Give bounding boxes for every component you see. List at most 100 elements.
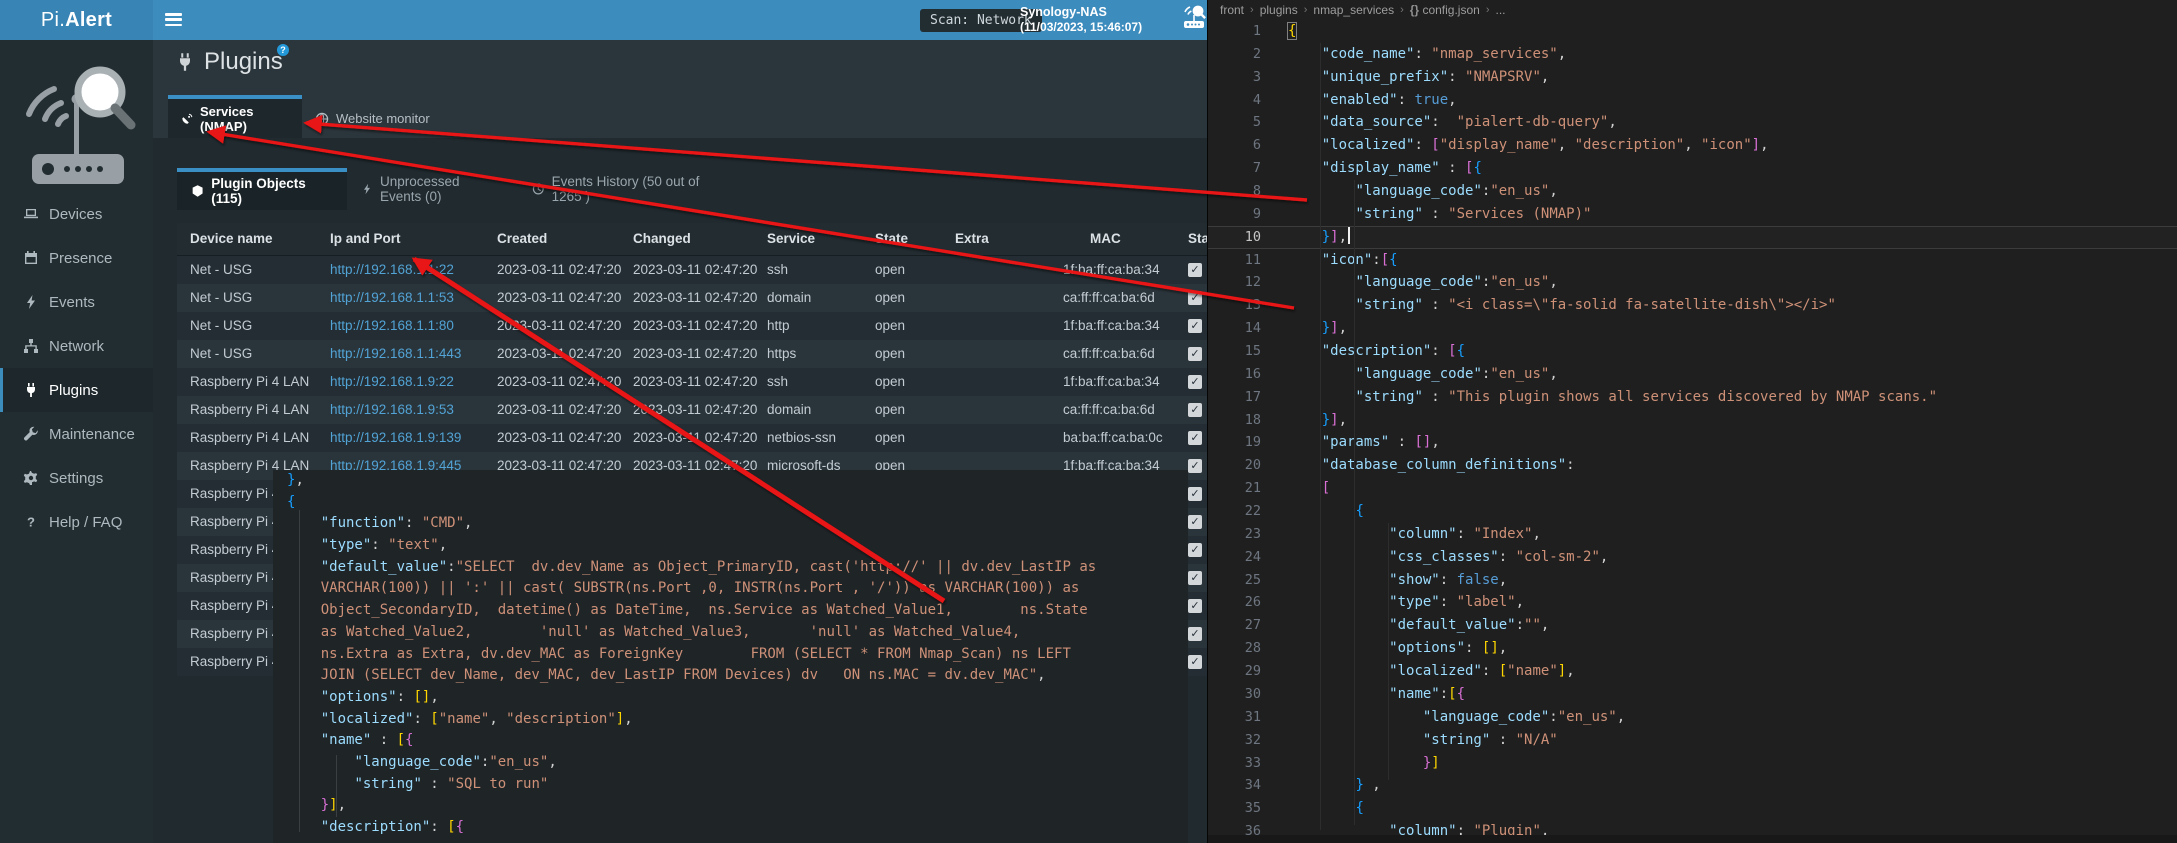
overlay-code-line: ns.Extra as Extra, dv.dev_MAC as Foreign… — [273, 644, 1188, 666]
row-checkbox[interactable]: ✓ — [1188, 375, 1202, 389]
row-checkbox[interactable]: ✓ — [1188, 627, 1202, 641]
ip-port-link[interactable]: http://192.168.1.9:22 — [330, 374, 454, 389]
sidebar-item-settings[interactable]: Settings — [0, 456, 153, 500]
row-checkbox[interactable]: ✓ — [1188, 515, 1202, 529]
tab-website-monitor[interactable]: Website monitor — [302, 99, 448, 138]
row-checkbox[interactable]: ✓ — [1188, 571, 1202, 585]
sql-code-overlay[interactable]: },{ "function": "CMD", "type": "text", "… — [273, 470, 1188, 843]
row-checkbox[interactable]: ✓ — [1188, 487, 1202, 501]
ip-port-link[interactable]: http://192.168.1.1:22 — [330, 262, 454, 277]
menu-toggle-icon[interactable] — [165, 13, 182, 27]
editor-line-2[interactable]: 2 "code_name": "nmap_services", — [1208, 43, 2177, 66]
row-checkbox[interactable]: ✓ — [1188, 291, 1202, 305]
cell-state: open — [875, 368, 955, 396]
tab-services-nmap-[interactable]: Services (NMAP) — [168, 95, 302, 138]
row-checkbox[interactable]: ✓ — [1188, 263, 1202, 277]
editor-line-6[interactable]: 6 "localized": ["display_name", "descrip… — [1208, 134, 2177, 157]
row-checkbox[interactable]: ✓ — [1188, 403, 1202, 417]
column-header-changed[interactable]: Changed — [633, 223, 767, 255]
ip-port-link[interactable]: http://192.168.1.9:53 — [330, 402, 454, 417]
row-checkbox[interactable]: ✓ — [1188, 655, 1202, 669]
code-editor[interactable]: front›plugins›nmap_services›{} config.js… — [1207, 0, 2177, 843]
chevron-right-icon: › — [1400, 4, 1404, 16]
breadcrumb-item[interactable]: ... — [1495, 3, 1505, 17]
cell-service: domain — [767, 284, 875, 312]
network-icon — [23, 338, 39, 354]
row-checkbox[interactable]: ✓ — [1188, 431, 1202, 445]
sidebar-item-help-faq[interactable]: ?Help / FAQ — [0, 500, 153, 544]
ip-port-link[interactable]: http://192.168.1.9:139 — [330, 430, 461, 445]
row-checkbox[interactable]: ✓ — [1188, 459, 1202, 473]
editor-scrollbar[interactable] — [1208, 835, 2177, 843]
sidebar-item-maintenance[interactable]: Maintenance — [0, 412, 153, 456]
app-logo[interactable]: Pi.Alert — [0, 0, 153, 40]
cell-service: domain — [767, 396, 875, 424]
json-braces-icon: {} — [1410, 3, 1419, 17]
sidebar-item-devices[interactable]: Devices — [0, 192, 153, 236]
overlay-code-line: "string" : "SQL to run" — [273, 774, 1188, 796]
help-badge[interactable]: ? — [277, 44, 289, 56]
row-checkbox[interactable]: ✓ — [1188, 347, 1202, 361]
row-checkbox[interactable]: ✓ — [1188, 319, 1202, 333]
cell-name: Net - USG — [177, 256, 330, 284]
line-number: 25 — [1208, 569, 1261, 592]
cell-status: ✓ — [1185, 368, 1207, 396]
sidebar-item-presence[interactable]: Presence — [0, 236, 153, 280]
ip-port-link[interactable]: http://192.168.1.1:53 — [330, 290, 454, 305]
overlay-code-line: "function": "CMD", — [273, 513, 1188, 535]
breadcrumb-item[interactable]: front — [1220, 3, 1244, 17]
svg-text:?: ? — [27, 515, 35, 530]
line-number: 3 — [1208, 66, 1261, 89]
column-header-name[interactable]: Device name — [177, 223, 330, 255]
wrench-icon — [23, 426, 39, 442]
line-number: 2 — [1208, 43, 1261, 66]
logo-text: Pi. — [41, 9, 65, 31]
row-checkbox[interactable]: ✓ — [1188, 543, 1202, 557]
cell-status: ✓ — [1185, 620, 1207, 648]
column-header-service[interactable]: Service — [767, 223, 875, 255]
cell-extra — [955, 396, 1063, 424]
cell-status: ✓ — [1185, 536, 1207, 564]
ip-port-link[interactable]: http://192.168.1.1:80 — [330, 318, 454, 333]
column-header-extra[interactable]: Extra — [955, 223, 1063, 255]
overlay-code-line: { — [273, 492, 1188, 514]
sidebar-item-plugins[interactable]: Plugins — [0, 368, 153, 412]
line-number: 26 — [1208, 591, 1261, 614]
tab-unprocessed-events-0[interactable]: Unprocessed Events (0) — [347, 168, 518, 210]
cell-status: ✓ — [1185, 396, 1207, 424]
overlay-code-line: Object_SecondaryID, datetime() as DateTi… — [273, 600, 1188, 622]
editor-line-3[interactable]: 3 "unique_prefix": "NMAPSRV", — [1208, 66, 2177, 89]
cell-status: ✓ — [1185, 340, 1207, 368]
column-header-created[interactable]: Created — [497, 223, 633, 255]
cell-state: open — [875, 396, 955, 424]
editor-line-4[interactable]: 4 "enabled": true, — [1208, 89, 2177, 112]
column-header-status[interactable]: Status — [1185, 223, 1207, 255]
cell-changed: 2023-03-11 02:47:20 — [633, 256, 767, 284]
breadcrumb-item[interactable]: {} config.json — [1410, 3, 1480, 17]
row-checkbox[interactable]: ✓ — [1188, 599, 1202, 613]
cell-created: 2023-03-11 02:47:20 — [497, 424, 633, 452]
sidebar-item-network[interactable]: Network — [0, 324, 153, 368]
editor-line-5[interactable]: 5 "data_source": "pialert-db-query", — [1208, 111, 2177, 134]
line-number: 15 — [1208, 340, 1261, 363]
cell-created: 2023-03-11 02:47:20 — [497, 312, 633, 340]
tab-plugin-objects-115[interactable]: Plugin Objects (115) — [177, 168, 347, 210]
editor-line-1[interactable]: 1{ — [1208, 20, 2177, 43]
column-header-state[interactable]: State — [875, 223, 955, 255]
ip-port-link[interactable]: http://192.168.1.1:443 — [330, 346, 461, 361]
breadcrumb-item[interactable]: plugins — [1260, 3, 1298, 17]
line-number: 35 — [1208, 797, 1261, 820]
line-number: 8 — [1208, 180, 1261, 203]
overlay-code-line: }], — [273, 795, 1188, 817]
cell-mac: 1f:ba:ff:ca:ba:34 — [1063, 312, 1185, 340]
tab-events-history-50-out-of-1265[interactable]: Events History (50 out of 1265 ) — [518, 168, 736, 210]
page-title-text: Plugins — [204, 48, 283, 76]
calendar-icon — [23, 250, 39, 266]
column-header-ip[interactable]: Ip and Port — [330, 223, 497, 255]
breadcrumb-item[interactable]: nmap_services — [1313, 3, 1394, 17]
sidebar-item-events[interactable]: Events — [0, 280, 153, 324]
question-icon: ? — [23, 514, 39, 530]
cell-status: ✓ — [1185, 648, 1207, 676]
column-header-mac[interactable]: MAC — [1063, 223, 1185, 255]
editor-line-7[interactable]: 7 "display_name" : [{ — [1208, 157, 2177, 180]
